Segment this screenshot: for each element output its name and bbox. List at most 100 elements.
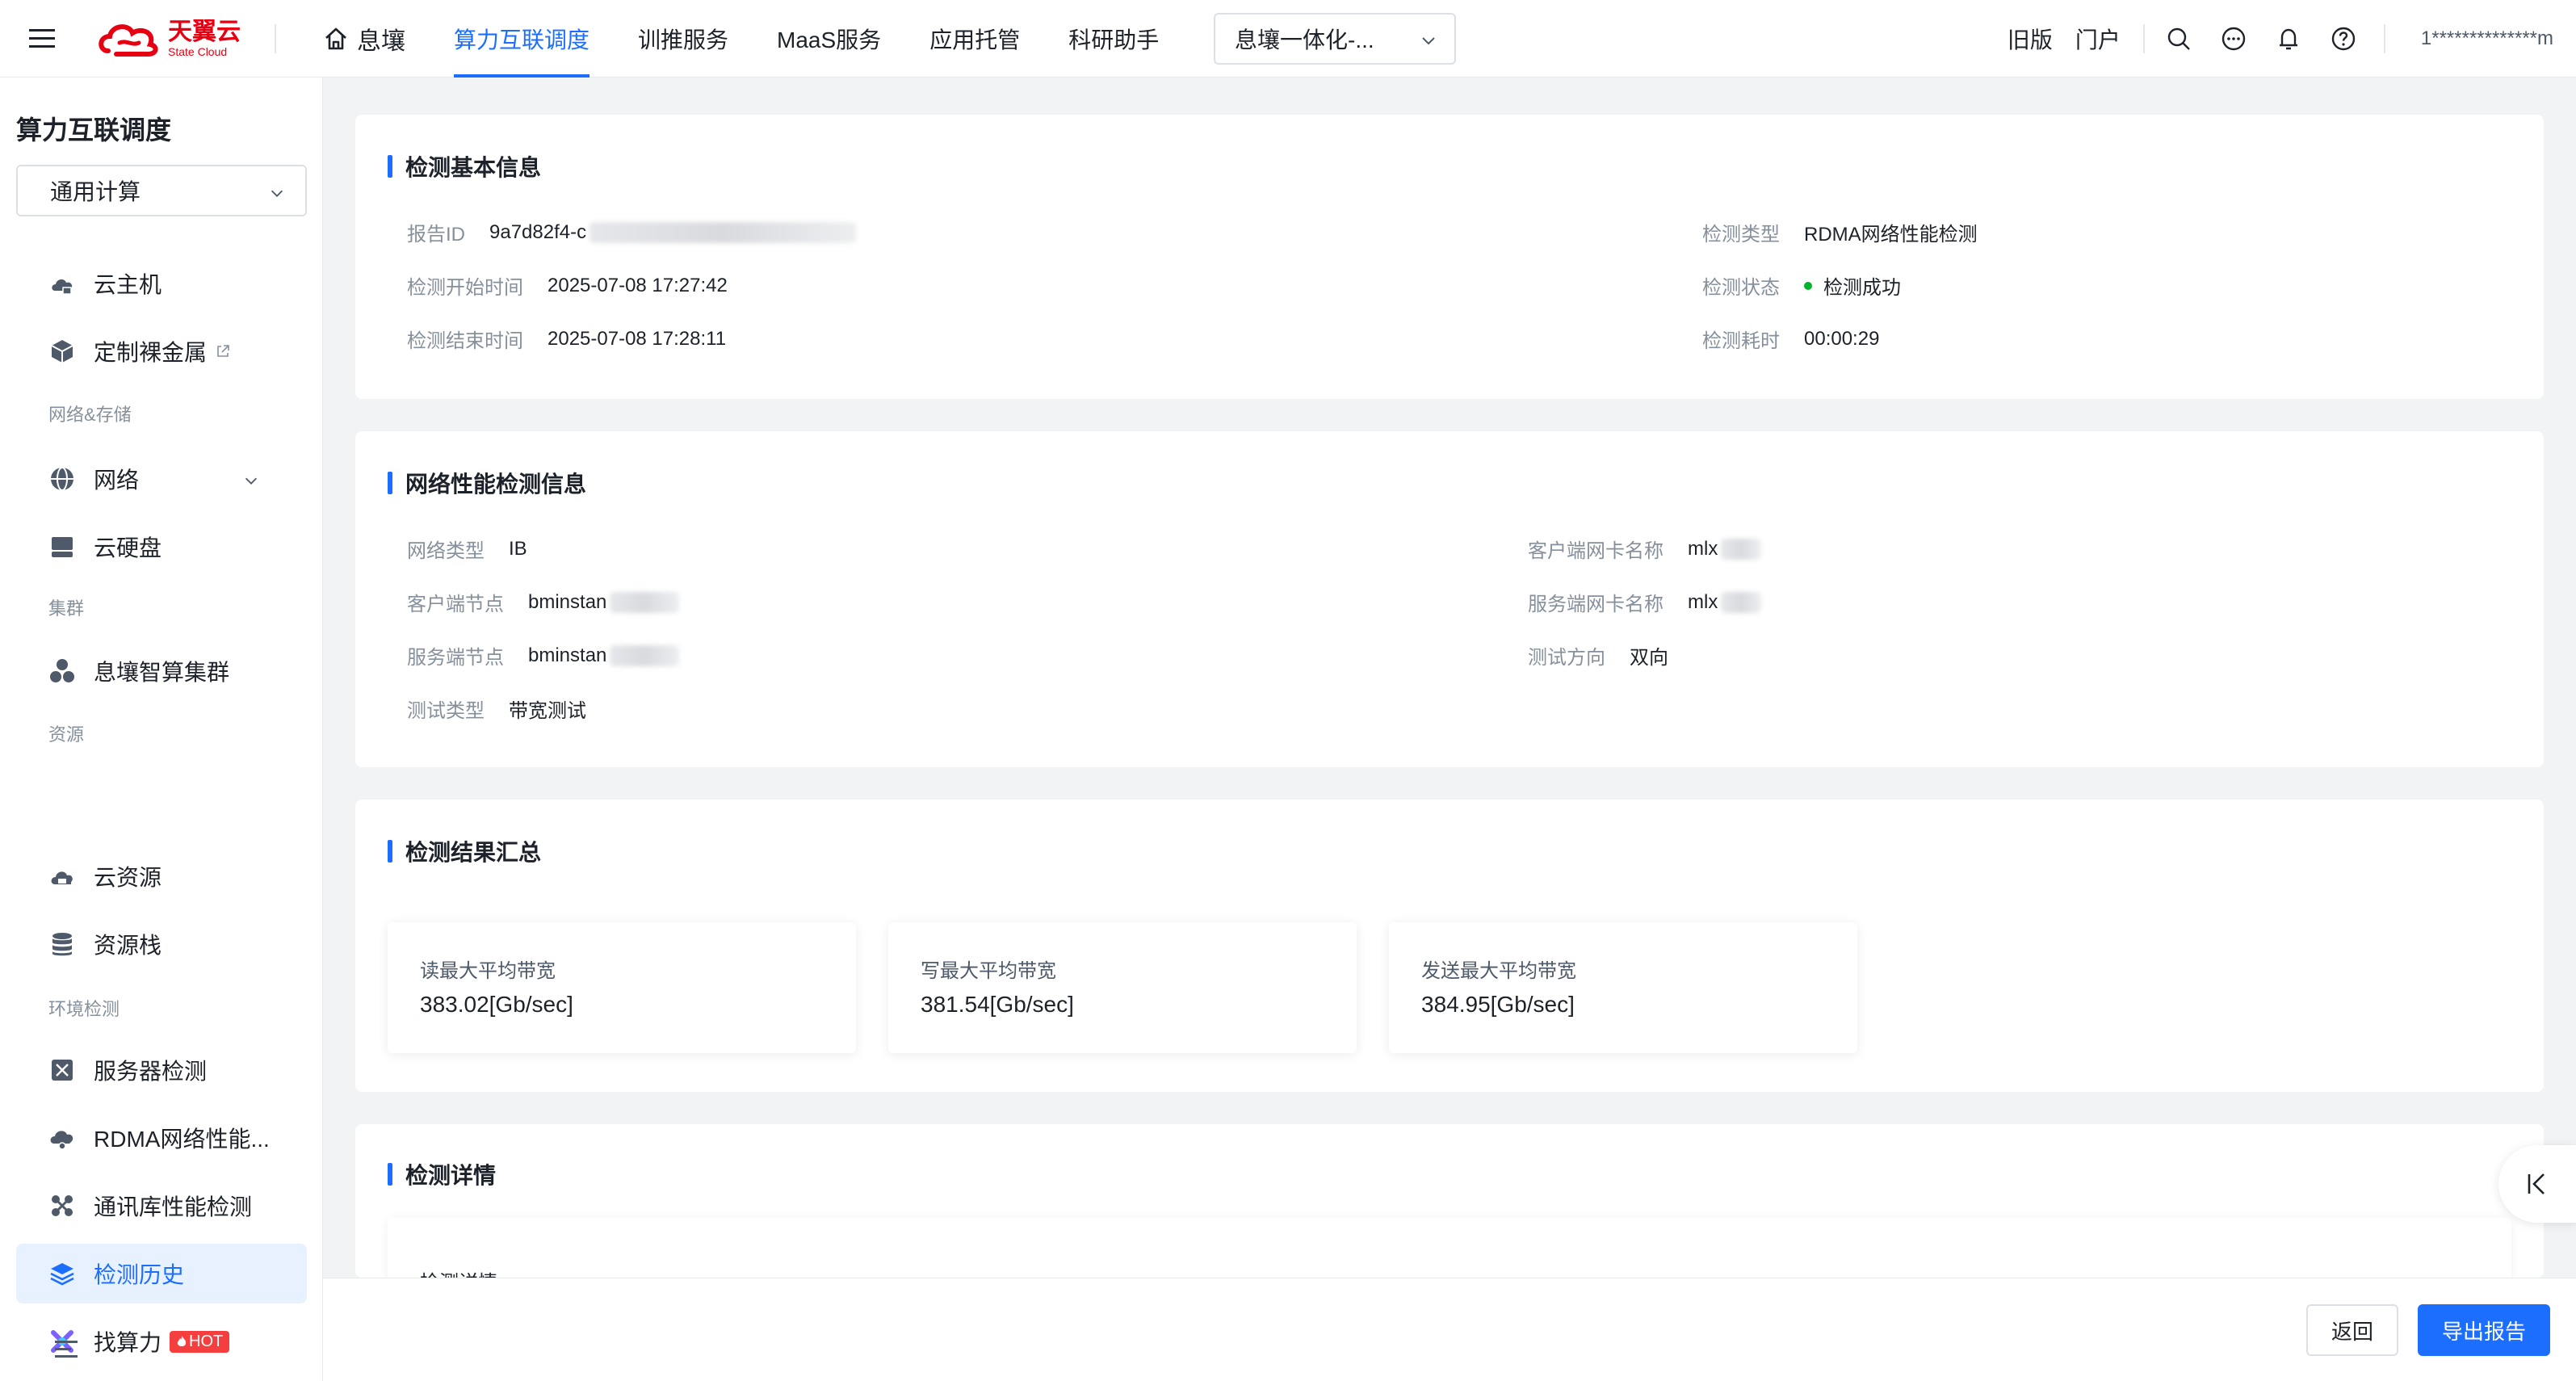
- redacted-mask: [1721, 591, 1762, 613]
- help-button[interactable]: [2329, 24, 2358, 53]
- nav-item-maas[interactable]: MaaS服务: [777, 0, 881, 78]
- sidebar-item-label: 找算力: [94, 1330, 162, 1355]
- client-node-label: 客户端节点: [407, 594, 504, 615]
- stat-value: 384.95[Gb/sec]: [1421, 992, 1575, 1017]
- stat-send-bandwidth: 发送最大平均带宽 384.95[Gb/sec]: [1389, 922, 1857, 1053]
- nav-item-research-assistant[interactable]: 科研助手: [1068, 0, 1159, 78]
- database-icon: [52, 933, 72, 956]
- action-footer: 返回 导出报告: [323, 1278, 2576, 1381]
- hot-badge: HOT: [170, 1330, 230, 1353]
- client-node-value: bminstan: [528, 590, 607, 613]
- export-report-button[interactable]: 导出报告: [2418, 1304, 2550, 1356]
- menu-icon[interactable]: [27, 24, 57, 53]
- nav-item-app-hosting[interactable]: 应用托管: [929, 0, 1020, 78]
- sidebar-item-server-check[interactable]: 服务器检测: [16, 1040, 307, 1100]
- sidebar-item-rdma-check[interactable]: RDMA网络性能...: [16, 1108, 307, 1168]
- sidebar-item-cloud-resources[interactable]: 云资源: [16, 846, 307, 906]
- duration-label: 检测耗时: [1702, 330, 1780, 352]
- sidebar-item-baremetal[interactable]: 定制裸金属: [16, 321, 307, 381]
- cloud-logo-icon: [99, 24, 158, 57]
- top-divider: [275, 24, 276, 53]
- sidebar-item-label: RDMA网络性能...: [94, 1127, 270, 1152]
- stat-label: 写最大平均带宽: [921, 960, 1056, 982]
- layers-icon: [50, 1263, 74, 1286]
- start-time-row: 检测开始时间 2025-07-08 17:27:42: [407, 271, 728, 300]
- nav-home-label: 息壤: [357, 28, 405, 55]
- sidebar-item-check-history[interactable]: 检测历史: [16, 1244, 307, 1303]
- sidebar-item-label: 网络: [94, 468, 140, 493]
- stat-label: 读最大平均带宽: [420, 960, 556, 982]
- check-type-value: RDMA网络性能检测: [1804, 224, 1978, 246]
- notifications-button[interactable]: [2274, 24, 2303, 53]
- sidebar-item-label: 检测历史: [94, 1262, 185, 1287]
- compute-type-value: 通用计算: [50, 179, 141, 204]
- network-info-title: 网络性能检测信息: [388, 467, 586, 499]
- details-title: 检测详情: [388, 1158, 496, 1190]
- sidebar-title: 算力互联调度: [16, 115, 172, 145]
- sidebar-item-vm[interactable]: 云主机: [16, 254, 307, 313]
- sidebar-item-label: 息壤智算集群: [94, 660, 230, 685]
- main-nav: 息壤 算力互联调度 训推服务 MaaS服务 应用托管 科研助手: [323, 0, 1207, 78]
- globe-icon: [51, 467, 73, 491]
- server-node-label: 服务端节点: [407, 647, 504, 669]
- check-status-label: 检测状态: [1702, 277, 1780, 299]
- collapse-sidebar-icon[interactable]: [52, 1334, 81, 1363]
- server-node-value: bminstan: [528, 644, 607, 666]
- start-time-label: 检测开始时间: [407, 277, 523, 299]
- hot-badge-label: HOT: [189, 1332, 224, 1350]
- nav-item-training-inference[interactable]: 训推服务: [638, 0, 728, 78]
- portal-link[interactable]: 门户: [2075, 23, 2121, 55]
- summary-card: 检测结果汇总 读最大平均带宽 383.02[Gb/sec] 写最大平均带宽 38…: [355, 800, 2544, 1092]
- search-button[interactable]: [2164, 24, 2193, 53]
- chevron-down-icon: [1422, 37, 1435, 45]
- direction-row: 测试方向 双向: [1528, 641, 1668, 670]
- top-right-divider: [2142, 24, 2145, 53]
- details-panel: 检测详情: [388, 1218, 2511, 1278]
- client-node-row: 客户端节点 bminstan: [407, 588, 680, 616]
- sidebar-item-network[interactable]: 网络: [16, 449, 307, 509]
- summary-title: 检测结果汇总: [388, 835, 541, 867]
- home-icon: [325, 27, 346, 50]
- redacted-mask: [1721, 538, 1762, 560]
- hard-disk-icon: [52, 537, 73, 557]
- client-nic-value: mlx: [1688, 537, 1718, 560]
- collapse-left-icon: [2528, 1173, 2545, 1194]
- messages-button[interactable]: [2219, 24, 2248, 53]
- status-dot-icon: [1804, 281, 1812, 290]
- nav-home[interactable]: 息壤: [323, 21, 405, 57]
- basic-info-card: 检测基本信息 报告ID 9a7d82f4-c 检测开始时间 2025-07-08…: [355, 115, 2544, 399]
- old-version-link[interactable]: 旧版: [2008, 23, 2053, 55]
- user-account[interactable]: 1**************m: [2421, 27, 2553, 50]
- region-select[interactable]: 息壤一体化-...: [1214, 13, 1456, 65]
- check-type-row: 检测类型 RDMA网络性能检测: [1702, 218, 1978, 246]
- brand-logo[interactable]: 天翼云 State Cloud: [97, 15, 250, 63]
- cloud-icon: [51, 871, 73, 884]
- brand-name-en: State Cloud: [168, 45, 228, 58]
- sidebar-item-label: 资源栈: [94, 933, 162, 958]
- server-nic-label: 服务端网卡名称: [1528, 594, 1663, 615]
- redacted-mask: [589, 221, 857, 243]
- network-info-card: 网络性能检测信息 网络类型 IB 客户端节点 bminstan 服务端节点 bm…: [355, 431, 2544, 767]
- chevron-down-icon: [271, 190, 283, 197]
- server-node-row: 服务端节点 bminstan: [407, 641, 680, 670]
- check-status-value: 检测成功: [1823, 277, 1901, 299]
- back-button[interactable]: 返回: [2306, 1304, 2398, 1356]
- client-nic-label: 客户端网卡名称: [1528, 540, 1663, 562]
- sidebar-item-comm-lib-check[interactable]: 通讯库性能检测: [16, 1176, 307, 1236]
- sidebar-item-cluster[interactable]: 息壤智算集群: [16, 641, 307, 701]
- check-status-row: 检测状态 检测成功: [1702, 271, 1901, 300]
- collapse-panel-button[interactable]: [2498, 1145, 2576, 1223]
- sidebar-item-resource-stack[interactable]: 资源栈: [16, 914, 307, 974]
- sidebar-item-label: 云硬盘: [94, 535, 162, 560]
- sidebar-item-label: 定制裸金属: [94, 340, 208, 365]
- nav-item-compute-scheduling[interactable]: 算力互联调度: [454, 0, 590, 78]
- sidebar-group-env-check: 环境检测: [48, 999, 120, 1019]
- nodes-icon: [52, 1195, 73, 1216]
- search-icon: [2167, 27, 2190, 50]
- compute-type-select[interactable]: 通用计算: [16, 165, 307, 216]
- redacted-mask: [610, 644, 680, 666]
- sidebar-item-disk[interactable]: 云硬盘: [16, 517, 307, 577]
- test-type-row: 测试类型 带宽测试: [407, 695, 586, 723]
- details-card: 检测详情 检测详情: [355, 1124, 2544, 1278]
- stat-read-bandwidth: 读最大平均带宽 383.02[Gb/sec]: [388, 922, 856, 1053]
